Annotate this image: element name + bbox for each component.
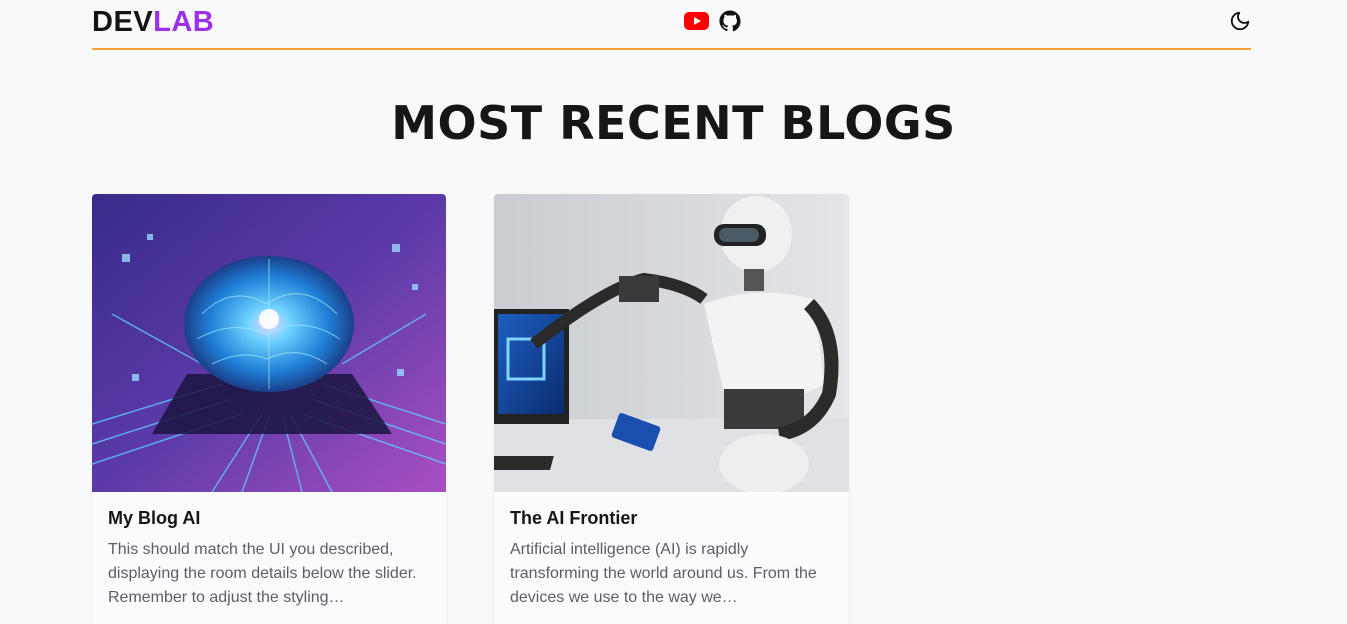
blog-image-robot <box>494 194 849 492</box>
page-title: MOST RECENT BLOGS <box>391 96 956 150</box>
github-icon[interactable] <box>719 10 741 32</box>
blog-card[interactable]: My Blog AI This should match the UI you … <box>92 194 446 624</box>
blog-title[interactable]: My Blog AI <box>108 508 430 528</box>
logo-text-dev: DEV <box>92 6 154 38</box>
social-links <box>684 10 741 32</box>
blog-card[interactable]: The AI Frontier Artificial intelligence … <box>494 194 849 624</box>
youtube-icon[interactable] <box>684 11 709 31</box>
site-header: DEVLAB <box>92 0 1251 50</box>
logo-text-lab: LAB <box>153 6 215 38</box>
moon-icon[interactable] <box>1229 10 1251 32</box>
blog-title[interactable]: The AI Frontier <box>510 508 833 528</box>
site-logo[interactable]: DEVLAB <box>92 6 214 38</box>
blog-excerpt: This should match the UI you described, … <box>108 541 417 606</box>
blog-image-brain <box>92 194 446 492</box>
blog-excerpt: Artificial intelligence (AI) is rapidly … <box>510 541 817 606</box>
